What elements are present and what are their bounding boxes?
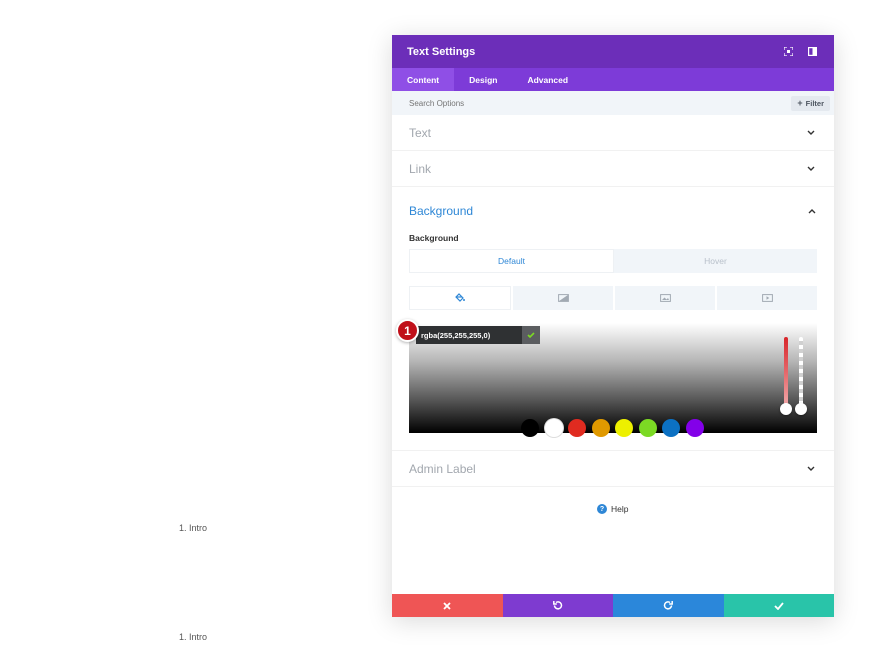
opacity-slider[interactable] [799,337,803,412]
tab-color[interactable] [409,286,511,310]
list-item: 1. Intro [179,632,208,642]
swatch-yellow[interactable] [615,419,633,437]
modal-tabs: Content Design Advanced [392,68,834,91]
swatch-orange[interactable] [591,419,610,437]
plus-icon: + [797,97,803,108]
section-title: Link [409,161,432,176]
filter-button[interactable]: + Filter [791,95,830,111]
color-swatches [521,419,704,437]
swatch-blue[interactable] [662,419,680,437]
swatch-white[interactable] [544,419,563,437]
swatch-black[interactable] [521,419,539,437]
opacity-slider-handle[interactable] [795,403,807,415]
tab-video[interactable] [717,286,817,310]
page: 1. Intro 1. Intro Text Settings Content … [0,0,880,660]
color-picker[interactable]: rgba(255,255,255,0) [409,323,817,433]
color-value-field[interactable]: rgba(255,255,255,0) [416,326,540,344]
video-icon [761,289,773,307]
field-label: Background [409,233,459,243]
gradient-icon [557,289,569,307]
tab-gradient[interactable] [513,286,613,310]
swatch-purple[interactable] [685,419,704,437]
undo-icon [552,597,563,615]
annotation-badge: 1 [396,319,419,342]
chevron-down-icon [806,164,816,174]
list-item: 1. Intro [179,523,208,533]
sidebar-toggle-icon[interactable] [804,44,820,60]
redo-icon [663,597,674,615]
section-text[interactable]: Text [392,115,834,151]
toggle-default[interactable]: Default [409,249,614,273]
check-icon[interactable] [522,326,540,344]
undo-button[interactable] [502,594,613,617]
help-label: Help [611,504,629,514]
redo-button[interactable] [613,594,724,617]
chevron-up-icon [807,206,817,216]
help-link[interactable]: ? Help [597,504,628,514]
section-header[interactable]: Background [409,187,817,233]
chevron-down-icon [806,464,816,474]
cancel-button[interactable] [392,594,503,617]
section-title: Admin Label [409,461,476,476]
search-row: + Filter [392,91,834,115]
background-type-tabs [409,286,817,310]
help-icon: ? [597,504,607,514]
hue-slider[interactable] [784,337,788,412]
search-input[interactable] [409,98,792,108]
tab-design[interactable]: Design [454,68,512,91]
tab-advanced[interactable]: Advanced [512,68,583,91]
modal-header: Text Settings [392,35,834,68]
chevron-down-icon [806,128,816,138]
modal-title: Text Settings [407,45,476,58]
tab-content[interactable]: Content [392,68,455,91]
fullscreen-icon[interactable] [780,44,796,60]
save-button[interactable] [723,594,834,617]
check-icon [774,597,784,615]
toggle-hover[interactable]: Hover [614,249,817,273]
hue-slider-handle[interactable] [780,403,792,415]
paint-bucket-icon [455,289,465,307]
section-admin-label[interactable]: Admin Label [392,451,834,487]
settings-modal: Text Settings Content Design Advanced + … [392,35,834,617]
tab-image[interactable] [615,286,715,310]
swatch-green[interactable] [638,419,657,437]
close-icon [443,597,451,615]
swatch-red[interactable] [568,419,586,437]
section-title: Background [409,204,474,218]
filter-label: Filter [805,98,824,108]
modal-footer [392,594,834,617]
section-title: Text [409,125,432,140]
image-icon [659,289,671,307]
section-link[interactable]: Link [392,151,834,187]
state-toggle: Default Hover [409,249,817,273]
color-value-text: rgba(255,255,255,0) [421,330,491,340]
section-background: Background Background Default Hover rgba… [392,187,834,451]
